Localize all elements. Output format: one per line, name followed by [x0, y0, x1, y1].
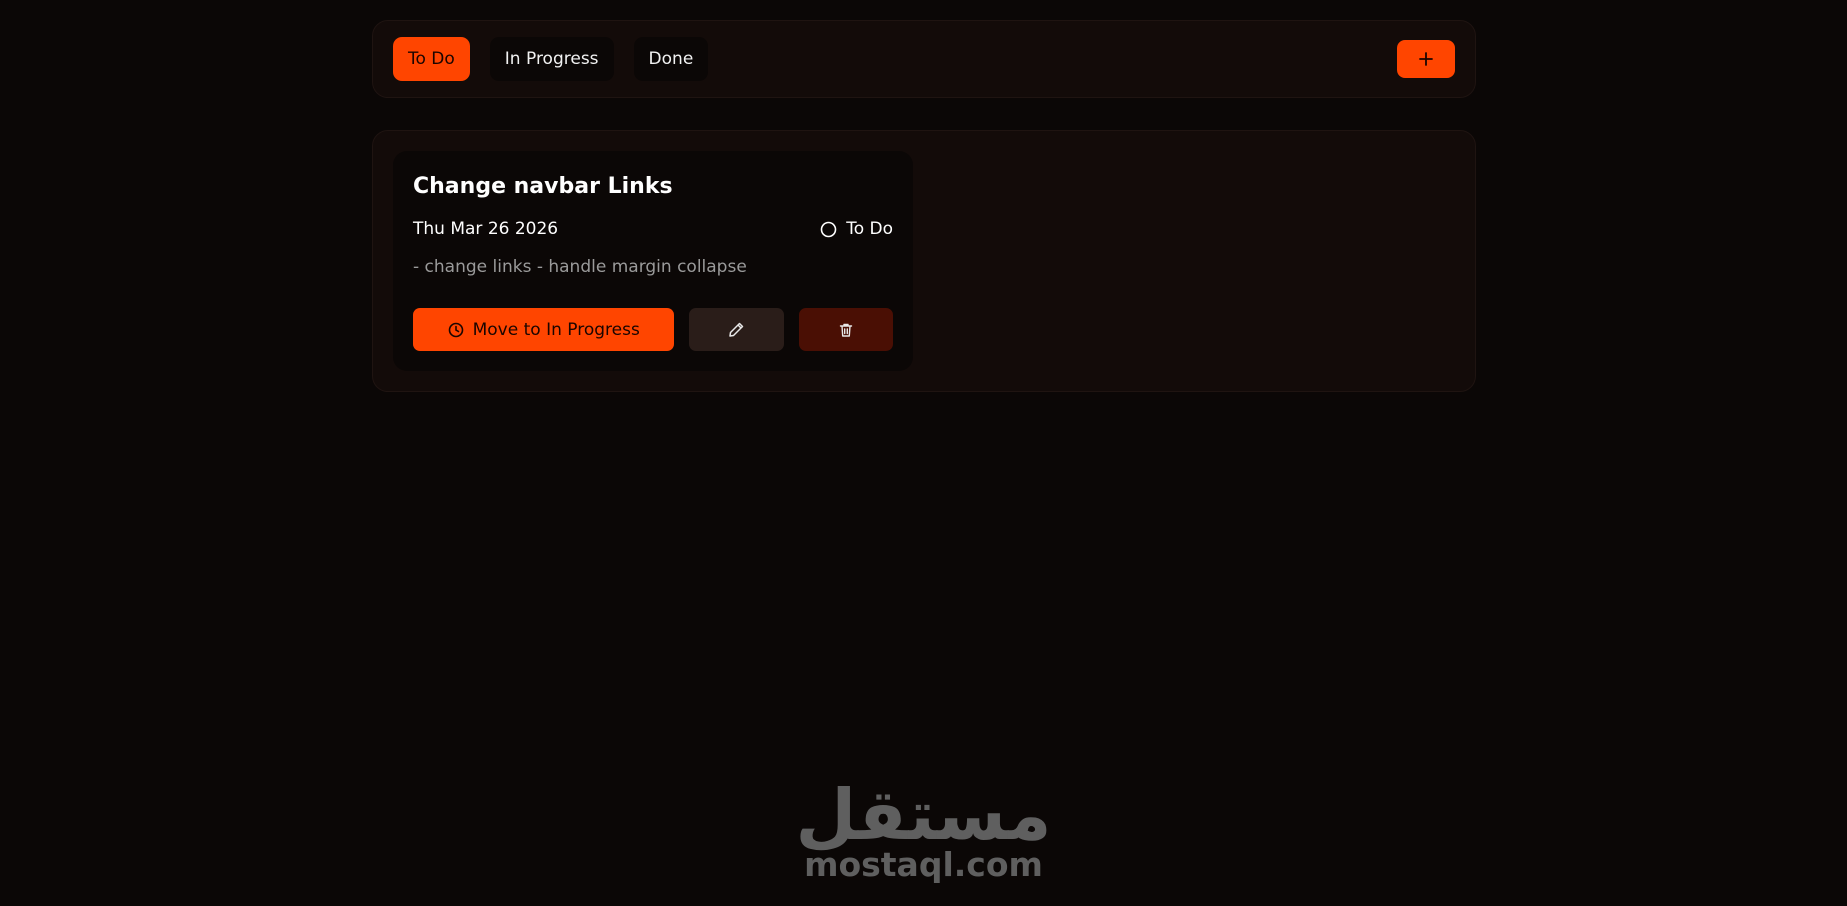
- move-button-label: Move to In Progress: [472, 319, 640, 340]
- watermark-latin: mostaql.com: [804, 845, 1043, 884]
- move-to-in-progress-button[interactable]: Move to In Progress: [413, 308, 675, 351]
- task-status-label: To Do: [846, 219, 893, 239]
- status-tab-bar: To Do In Progress Done: [372, 20, 1476, 98]
- plus-icon: [1419, 52, 1433, 66]
- task-status: To Do: [820, 219, 893, 239]
- delete-task-button[interactable]: [799, 308, 894, 351]
- task-card: Change navbar Links Thu Mar 26 2026 To D…: [393, 151, 913, 371]
- tab-done[interactable]: Done: [633, 37, 709, 81]
- task-title: Change navbar Links: [413, 174, 673, 199]
- trash-icon: [839, 323, 853, 337]
- task-description: - change links - handle margin collapse: [413, 257, 747, 277]
- task-board: Change navbar Links Thu Mar 26 2026 To D…: [372, 130, 1476, 392]
- task-date: Thu Mar 26 2026: [413, 219, 559, 239]
- task-actions: Move to In Progress: [413, 308, 894, 351]
- tab-in-progress[interactable]: In Progress: [489, 37, 614, 81]
- pencil-icon: [729, 322, 744, 337]
- add-task-button[interactable]: [1397, 40, 1455, 78]
- task-meta-row: Thu Mar 26 2026 To Do: [413, 217, 893, 241]
- watermark-arabic: مستقل: [795, 774, 1052, 856]
- circle-icon: [820, 221, 837, 237]
- tab-to-do[interactable]: To Do: [393, 37, 470, 81]
- edit-task-button[interactable]: [689, 308, 785, 351]
- clock-icon: [448, 322, 463, 337]
- site-watermark: مستقل mostaql.com: [0, 780, 1847, 882]
